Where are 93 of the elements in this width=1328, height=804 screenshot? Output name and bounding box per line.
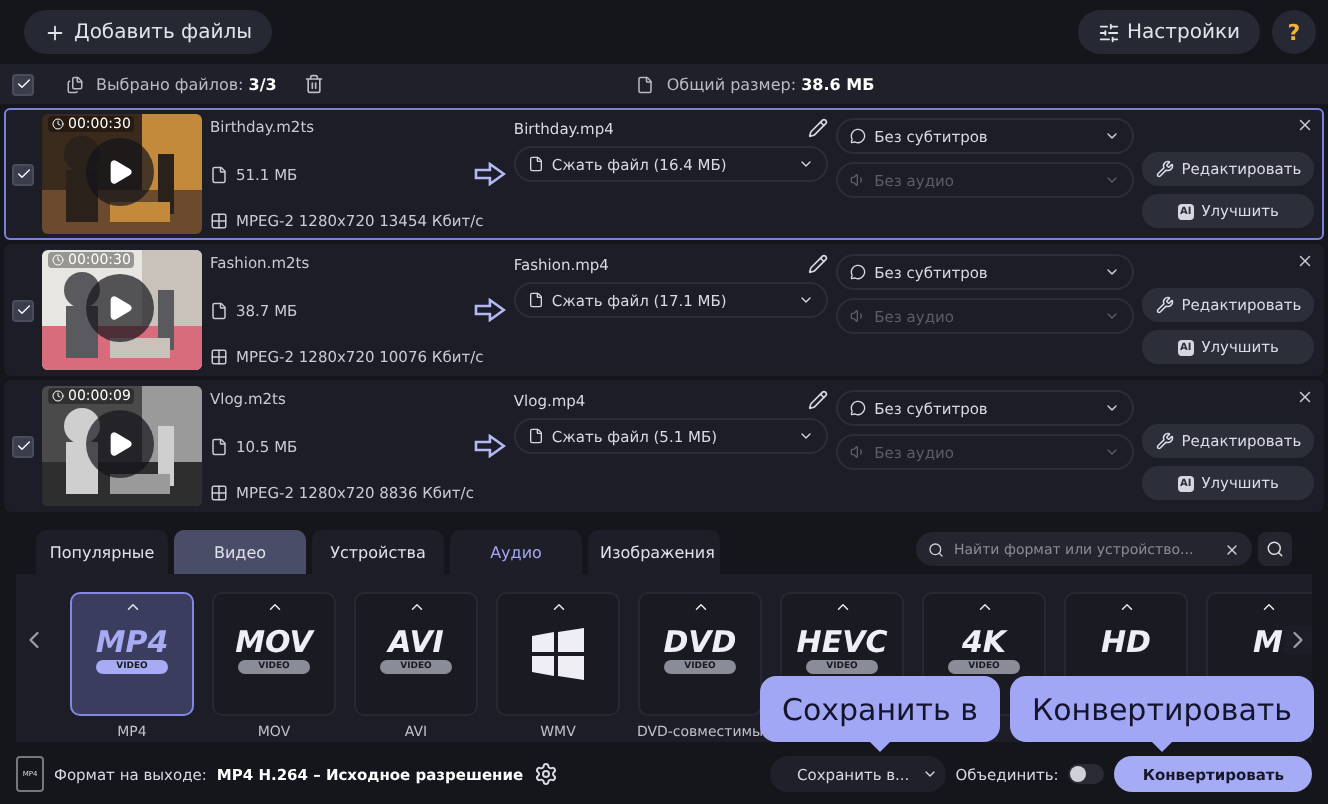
chevron-down-icon: [1104, 308, 1121, 324]
search-icon: [1266, 540, 1284, 558]
file-checkbox[interactable]: [12, 299, 34, 321]
chevron-up-icon: [975, 598, 993, 616]
select-all-checkbox[interactable]: [12, 73, 34, 95]
format-logo: HEVC: [796, 624, 888, 660]
chevron-up-icon: [691, 598, 709, 616]
settings-button[interactable]: Настройки: [1077, 10, 1260, 54]
speech-bubble-icon: [850, 400, 867, 416]
total-size: Общий размер: 38.6 МБ: [666, 75, 875, 93]
rename-icon[interactable]: [808, 118, 829, 138]
format-tab[interactable]: Устройства: [312, 530, 444, 574]
search-icon: [928, 541, 944, 557]
format-logo: M: [1253, 624, 1283, 660]
convert-arrow-icon: [474, 434, 506, 458]
convert-arrow-icon: [474, 298, 506, 322]
check-icon: [15, 438, 31, 454]
speech-bubble-icon: [850, 128, 867, 144]
file-icon: [210, 437, 228, 455]
chevron-down-icon: [921, 766, 938, 782]
convert-arrow-icon: [474, 162, 506, 186]
chevron-up-icon: [1117, 598, 1135, 616]
help-button[interactable]: ?: [1272, 10, 1316, 54]
format-logo: HD: [1100, 624, 1151, 660]
codec-icon: [210, 484, 228, 502]
format-logo: 4K: [961, 624, 1007, 660]
wrench-icon: [1155, 160, 1174, 178]
files-icon: [66, 75, 84, 93]
chevron-up-icon: [265, 598, 283, 616]
speaker-icon: [850, 172, 867, 188]
file-icon: [527, 428, 544, 444]
format-tab[interactable]: Популярные: [36, 530, 168, 574]
file-icon: [636, 75, 655, 93]
speech-bubble-icon: [850, 264, 867, 280]
codec-icon: [210, 212, 228, 230]
format-tab[interactable]: Аудио: [450, 530, 582, 574]
chevron-down-icon: [1104, 128, 1121, 144]
file-icon: [210, 301, 228, 319]
check-icon: [15, 302, 31, 318]
rename-icon[interactable]: [808, 254, 829, 274]
settings-icon[interactable]: [533, 762, 558, 786]
file-checkbox[interactable]: [12, 435, 34, 457]
check-icon: [15, 166, 31, 182]
format-tile[interactable]: [496, 592, 620, 716]
clock-icon: [52, 254, 64, 266]
selected-count: Выбрано файлов: 3/3: [96, 75, 277, 93]
format-tab[interactable]: Видео: [174, 530, 306, 574]
tooltip: Конвертировать: [1010, 676, 1314, 752]
format-tab[interactable]: Изображения: [588, 530, 720, 574]
device-search-button[interactable]: [1258, 532, 1292, 566]
file-icon: [527, 156, 544, 172]
add-files-button[interactable]: Добавить файлы: [24, 10, 272, 54]
rename-icon[interactable]: [808, 390, 829, 410]
format-logo: DVD: [663, 624, 737, 660]
format-logo: MP4: [95, 624, 169, 660]
windows-logo-icon: [530, 628, 586, 680]
chevron-down-icon: [798, 292, 815, 308]
close-icon[interactable]: [1296, 252, 1314, 270]
wrench-icon: [1155, 296, 1174, 314]
clear-icon[interactable]: [1224, 541, 1240, 557]
speaker-icon: [850, 444, 867, 460]
format-logo: MOV: [235, 624, 313, 660]
wrench-icon: [1155, 432, 1174, 450]
close-icon[interactable]: [1296, 388, 1314, 406]
chevron-up-icon: [549, 598, 567, 616]
clock-icon: [52, 390, 64, 402]
chevron-up-icon: [1259, 598, 1277, 616]
file-checkbox[interactable]: [12, 163, 34, 185]
tooltip: Сохранить в: [760, 676, 1000, 752]
chevron-down-icon: [798, 156, 815, 172]
format-logo: AVI: [388, 624, 444, 660]
chevron-down-icon: [1104, 264, 1121, 280]
trash-icon[interactable]: [304, 74, 325, 94]
chevron-down-icon: [1104, 400, 1121, 416]
plus-icon: [44, 21, 66, 43]
codec-icon: [210, 348, 228, 366]
play-icon: [106, 430, 134, 458]
chevron-up-icon: [833, 598, 851, 616]
chevron-down-icon: [1104, 172, 1121, 188]
speaker-icon: [850, 308, 867, 324]
chevron-down-icon: [798, 428, 815, 444]
check-icon: [15, 76, 31, 92]
chevron-down-icon: [1104, 444, 1121, 460]
file-icon: [210, 165, 228, 183]
settings-icon: [1097, 21, 1120, 43]
close-icon[interactable]: [1296, 116, 1314, 134]
chevron-up-icon: [123, 598, 141, 616]
file-icon: [527, 292, 544, 308]
play-icon: [106, 158, 134, 186]
chevron-up-icon: [407, 598, 425, 616]
clock-icon: [52, 118, 64, 130]
merge-toggle[interactable]: [1068, 764, 1105, 784]
play-icon: [106, 294, 134, 322]
